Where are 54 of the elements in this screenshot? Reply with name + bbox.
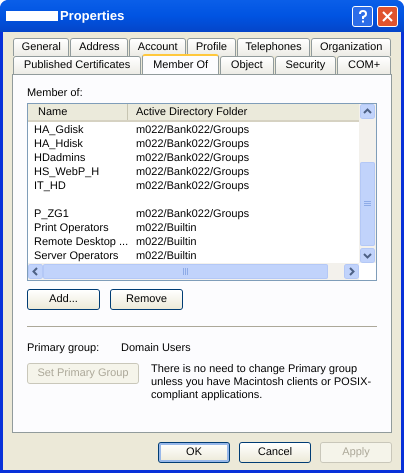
table-cell-text: HA_Hdisk	[33, 136, 84, 150]
scroll-up-icon	[360, 104, 375, 118]
table-cell-text: m022/Bank022/Groups	[135, 206, 250, 220]
help-icon	[358, 10, 368, 22]
table-cell-text: HA_Gdisk	[33, 122, 85, 136]
dialog-button[interactable]: Cancel	[239, 442, 311, 463]
redacted-block	[6, 11, 58, 21]
table-cell-text: Print Operators	[33, 220, 110, 234]
table-cell-text: HDadmins	[33, 150, 86, 164]
table-cell-text: m022/Builtin	[135, 248, 197, 262]
vertical-scrollbar[interactable]	[359, 104, 376, 262]
grip-icon	[364, 200, 371, 206]
table-cell-text: P_ZG1	[33, 206, 70, 220]
tab[interactable]: Published Certificates	[13, 56, 142, 74]
table-cell-text: m022/Bank022/Groups	[135, 122, 250, 136]
close-button[interactable]	[377, 6, 398, 26]
table-cell-text: HS_WebP_H	[33, 164, 100, 178]
list-button[interactable]: Remove	[110, 288, 183, 310]
tab[interactable]: Organization	[311, 38, 391, 56]
dialog-button[interactable]: OK	[158, 442, 230, 463]
table-cell-text: IT_HD	[33, 178, 67, 192]
scroll-right-icon	[344, 264, 359, 278]
tab[interactable]: Address	[70, 38, 128, 56]
member-list[interactable]	[27, 102, 377, 280]
tab[interactable]: Account	[129, 38, 186, 56]
table-cell-text: m022/Bank022/Groups	[135, 164, 250, 178]
tab[interactable]: Member Of	[142, 54, 219, 74]
table-cell-text: m022/Bank022/Groups	[135, 178, 250, 192]
table-cell-text: m022/Bank022/Groups	[135, 150, 250, 164]
scroll-left-icon	[28, 264, 43, 278]
tab[interactable]: Object	[220, 56, 274, 74]
table-cell-text: m022/Builtin	[135, 234, 197, 248]
window-title: Properties	[60, 7, 124, 26]
list-button[interactable]: Add...	[27, 288, 100, 310]
horizontal-scrollbar[interactable]	[28, 262, 359, 280]
tab[interactable]: General	[13, 38, 70, 56]
primary-group-value: Domain Users	[121, 340, 191, 356]
help-button[interactable]	[352, 6, 373, 26]
scroll-down-icon	[360, 248, 375, 262]
tab[interactable]: COM+	[337, 56, 392, 74]
column-header[interactable]: Active Directory Folder	[128, 104, 359, 120]
primary-group-label: Primary group:	[27, 340, 100, 356]
close-icon	[382, 10, 393, 22]
note-text: There is no need to change Primary group unless you have Macintosh clients or POSIX-compliant applications.	[151, 363, 372, 402]
table-cell-text: m022/Builtin	[135, 220, 197, 234]
tab[interactable]: Profile	[187, 38, 236, 56]
table-cell-text: m022/Bank022/Groups	[135, 136, 250, 150]
grip-icon	[182, 268, 188, 274]
tab[interactable]: Security	[274, 56, 336, 74]
table-cell-text: Server Operators	[33, 248, 120, 262]
table-cell-text: Remote Desktop ...	[33, 234, 128, 248]
list-label: Member of:	[27, 86, 84, 101]
tab[interactable]: Telephones	[236, 38, 310, 56]
column-header[interactable]: Name	[28, 104, 128, 120]
